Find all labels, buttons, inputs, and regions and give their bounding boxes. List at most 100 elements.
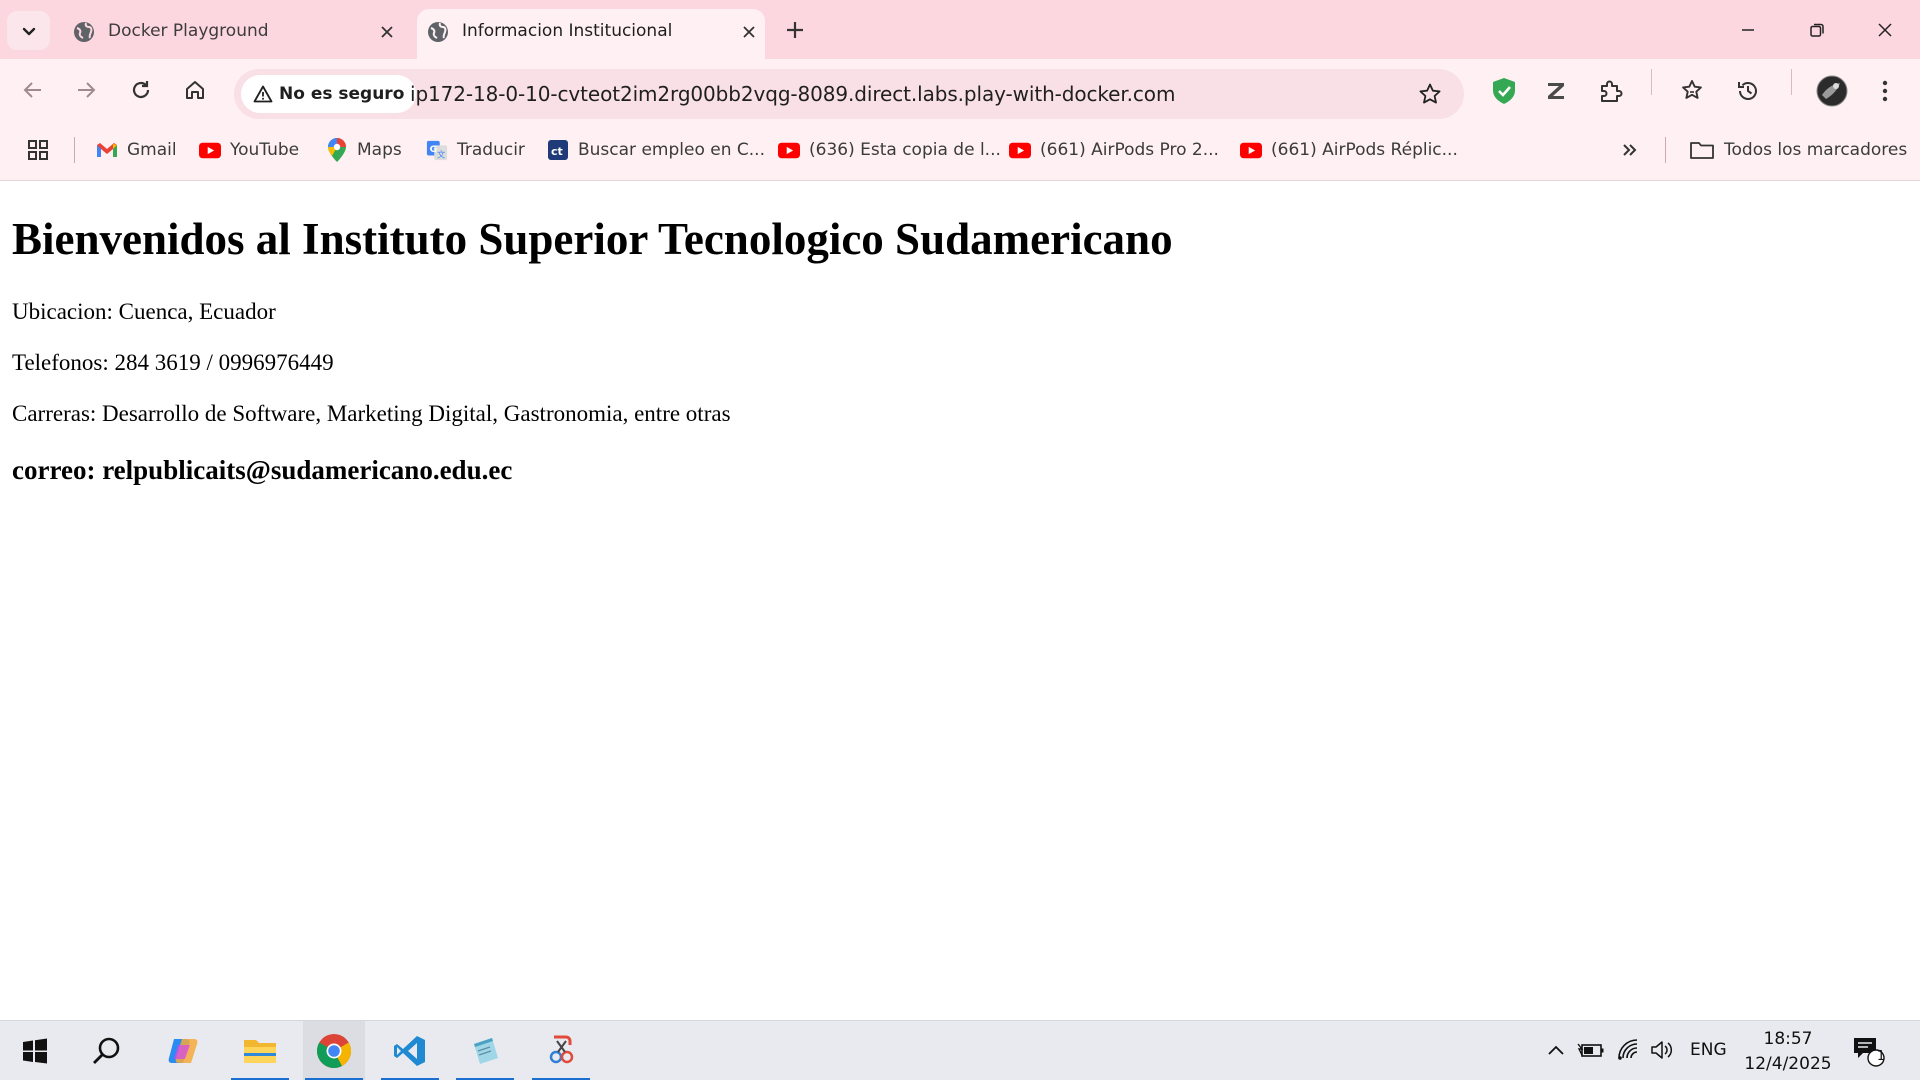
snipping-tool-icon <box>549 1035 574 1064</box>
toolbar-divider <box>1651 69 1652 95</box>
security-chip[interactable]: No es seguro <box>241 75 417 113</box>
notepad-button[interactable] <box>454 1021 516 1080</box>
globe-icon <box>73 21 95 43</box>
tab-informacion-institucional[interactable]: Informacion Institucional <box>417 9 765 59</box>
clock[interactable]: 18:57 12/4/2025 <box>1742 1027 1834 1077</box>
job-search-icon: ct <box>547 139 569 161</box>
more-bookmarks-button[interactable] <box>1619 132 1641 168</box>
apps-button[interactable] <box>27 132 49 168</box>
reload-icon <box>132 81 150 99</box>
browser-toolbar: No es seguro ip172-18-0-10-cvteot2im2rg0… <box>0 59 1920 119</box>
vscode-icon <box>394 1036 425 1066</box>
snipping-tool-button[interactable] <box>530 1021 592 1080</box>
svg-text:ct: ct <box>551 145 563 158</box>
clock-time: 18:57 <box>1763 1029 1813 1049</box>
bookmark-label: Buscar empleo en C... <box>578 140 765 160</box>
star-list-icon <box>1682 80 1702 99</box>
file-explorer-button[interactable] <box>229 1021 291 1080</box>
bookmark-label: (661) AirPods Pro 2... <box>1040 140 1219 160</box>
apps-grid-icon <box>27 139 49 161</box>
chrome-icon <box>317 1034 351 1068</box>
bookmark-label: (636) Esta copia de l... <box>809 140 1001 160</box>
network-tray-button[interactable] <box>1613 1035 1643 1065</box>
adblock-extension-button[interactable] <box>1485 72 1523 110</box>
toolbar-divider <box>1791 69 1792 95</box>
address-bar[interactable]: No es seguro ip172-18-0-10-cvteot2im2rg0… <box>234 69 1464 119</box>
windows-logo-icon <box>23 1038 47 1064</box>
youtube-icon <box>1009 139 1031 161</box>
globe-icon <box>427 21 449 43</box>
bookmark-buscar-empleo[interactable]: ct Buscar empleo en C... <box>547 132 765 168</box>
svg-text:文: 文 <box>437 149 445 159</box>
tab-title: Informacion Institucional <box>462 21 673 41</box>
close-tab-icon[interactable] <box>373 18 401 46</box>
arrow-left-icon <box>23 82 41 98</box>
gmail-icon <box>96 139 118 161</box>
minimize-button[interactable] <box>1724 10 1772 50</box>
tab-strip: Docker Playground Informacion Institucio… <box>0 0 1920 59</box>
home-button[interactable] <box>175 70 215 110</box>
battery-charging-icon <box>1577 1043 1604 1057</box>
bookmarks-divider <box>74 137 75 163</box>
location-text: Ubicacion: Cuenca, Ecuador <box>12 299 276 324</box>
volume-tray-button[interactable] <box>1647 1035 1677 1065</box>
youtube-icon <box>778 139 800 161</box>
folder-icon <box>244 1040 276 1063</box>
history-button[interactable] <box>1729 72 1767 110</box>
bookmark-label: Gmail <box>127 140 177 160</box>
vscode-button[interactable] <box>379 1021 441 1080</box>
tab-title: Docker Playground <box>108 21 269 41</box>
copilot-icon <box>168 1039 198 1063</box>
double-chevron-right-icon <box>1619 139 1641 161</box>
forward-button[interactable] <box>66 70 106 110</box>
tab-docker-playground[interactable]: Docker Playground <box>63 9 403 59</box>
all-bookmarks-button[interactable]: Todos los marcadores <box>1689 132 1907 168</box>
chevron-down-icon <box>22 27 35 35</box>
speaker-icon <box>1651 1041 1673 1059</box>
bookmark-maps[interactable]: Maps <box>326 132 402 168</box>
bookmark-label: Maps <box>357 140 402 160</box>
bookmark-youtube-airpods-replica[interactable]: (661) AirPods Réplic... <box>1240 132 1458 168</box>
all-bookmarks-label: Todos los marcadores <box>1724 140 1908 160</box>
show-hidden-icons-button[interactable] <box>1541 1035 1571 1065</box>
close-tab-icon[interactable] <box>735 18 763 46</box>
extensions-button[interactable] <box>1592 72 1630 110</box>
bookmark-youtube-airpods-pro[interactable]: (661) AirPods Pro 2... <box>1009 132 1219 168</box>
copilot-button[interactable] <box>153 1021 215 1080</box>
notification-count: 1 <box>1876 1049 1886 1064</box>
bookmark-gmail[interactable]: Gmail <box>96 132 177 168</box>
input-language-indicator[interactable]: ENG <box>1690 1040 1727 1060</box>
bookmark-youtube-636[interactable]: (636) Esta copia de l... <box>778 132 1001 168</box>
zotero-extension-button[interactable] <box>1537 72 1575 110</box>
notepad-icon <box>474 1038 498 1064</box>
restore-button[interactable] <box>1793 10 1841 50</box>
email-text: correo: relpublicaits@sudamericano.edu.e… <box>12 455 513 485</box>
start-button[interactable] <box>4 1021 66 1080</box>
browser-menu-button[interactable] <box>1866 72 1904 110</box>
close-window-button[interactable] <box>1861 10 1909 50</box>
reload-button[interactable] <box>121 70 161 110</box>
green-shield-icon <box>1493 78 1515 104</box>
url-text[interactable]: ip172-18-0-10-cvteot2im2rg00bb2vqg-8089.… <box>410 82 1175 106</box>
tab-search-button[interactable] <box>7 11 50 50</box>
bookmark-traducir[interactable]: G文 Traducir <box>426 132 525 168</box>
profile-button[interactable] <box>1813 72 1851 110</box>
kebab-menu-icon <box>1882 80 1888 102</box>
bookmark-star-button[interactable] <box>1414 78 1446 110</box>
chrome-button[interactable] <box>303 1021 365 1080</box>
battery-tray-button[interactable] <box>1576 1035 1606 1065</box>
notification-center-button[interactable]: 1 <box>1852 1035 1888 1069</box>
translate-icon: G文 <box>426 139 448 161</box>
search-button[interactable] <box>76 1021 138 1080</box>
bookmarks-menu-button[interactable] <box>1673 72 1711 110</box>
svg-text:G: G <box>430 144 438 155</box>
youtube-icon <box>199 139 221 161</box>
history-icon <box>1738 82 1757 100</box>
bookmark-youtube[interactable]: YouTube <box>199 132 299 168</box>
z-letter-icon <box>1548 83 1564 99</box>
new-tab-button[interactable] <box>780 12 810 48</box>
back-button[interactable] <box>13 70 53 110</box>
wifi-icon <box>1618 1039 1638 1060</box>
minimize-icon <box>1742 29 1754 31</box>
clock-date: 12/4/2025 <box>1744 1054 1832 1074</box>
